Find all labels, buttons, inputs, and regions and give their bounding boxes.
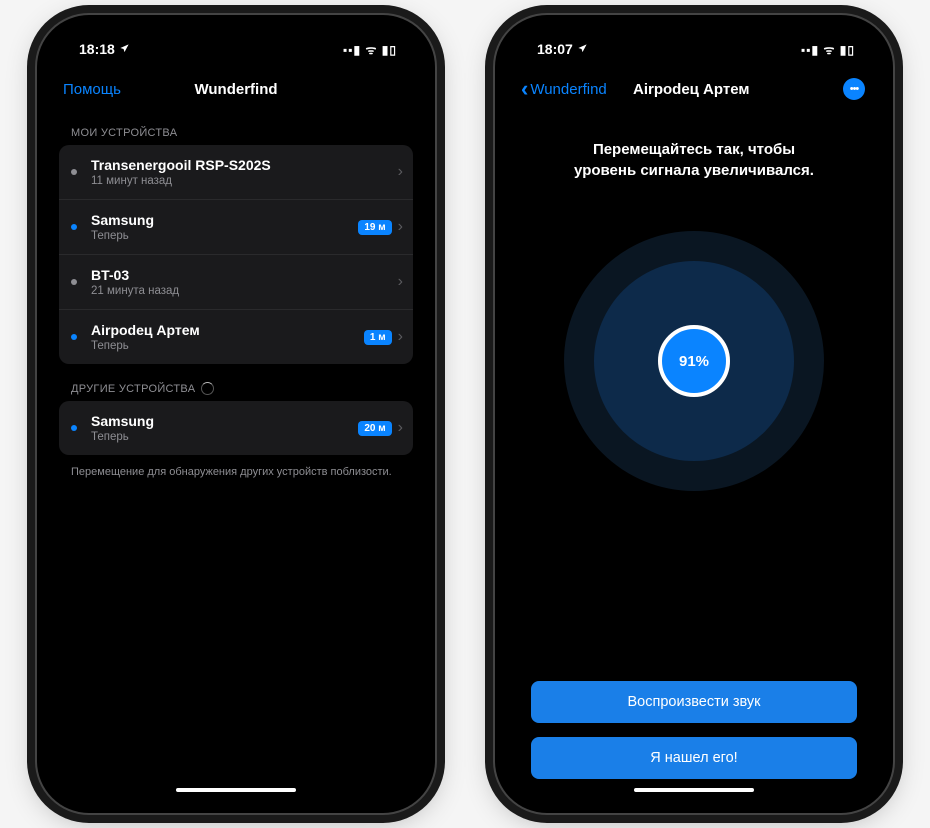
status-dot-icon — [71, 224, 77, 230]
distance-badge: 19 м — [358, 220, 391, 235]
chevron-right-icon: › — [398, 163, 403, 181]
radar-area: 91% — [509, 181, 879, 531]
chevron-right-icon: › — [398, 328, 403, 346]
other-devices-list: Samsung Теперь 20 м › — [59, 401, 413, 455]
instruction-text: Перемещайтесь так, чтобы уровень сигнала… — [509, 109, 879, 181]
nav-bar: ‹ Wunderfind Airpodец Артем ••• — [509, 69, 879, 109]
chevron-left-icon: ‹ — [521, 76, 528, 102]
back-button[interactable]: ‹ Wunderfind — [521, 76, 607, 102]
more-icon: ••• — [850, 83, 859, 95]
notch — [609, 29, 779, 55]
spinner-icon — [201, 382, 214, 395]
page-title: Wunderfind — [194, 81, 277, 98]
signal-radar: 91% — [564, 231, 824, 491]
status-dot-icon — [71, 425, 77, 431]
help-button[interactable]: Помощь — [63, 81, 121, 98]
home-indicator[interactable] — [176, 788, 296, 792]
section-other-label: ДРУГИЕ УСТРОЙСТВА — [71, 383, 195, 395]
chevron-right-icon: › — [398, 419, 403, 437]
device-row[interactable]: Airpodец Артем Теперь 1 м › — [59, 310, 413, 364]
device-subtitle: 21 минута назад — [91, 285, 398, 297]
device-subtitle: 11 минут назад — [91, 175, 398, 187]
chevron-right-icon: › — [398, 218, 403, 236]
status-dot-icon — [71, 279, 77, 285]
device-row[interactable]: BT-03 21 минута назад › — [59, 255, 413, 310]
back-label: Wunderfind — [530, 81, 606, 98]
section-my-devices: МОИ УСТРОЙСТВА — [59, 109, 413, 145]
device-name: Airpodец Артем — [91, 322, 364, 338]
nav-bar: Помощь Wunderfind — [51, 69, 421, 109]
signal-percent: 91% — [658, 325, 730, 397]
device-row[interactable]: Samsung Теперь 19 м › — [59, 200, 413, 255]
distance-badge: 20 м — [358, 421, 391, 436]
home-indicator[interactable] — [634, 788, 754, 792]
location-arrow-icon — [577, 41, 588, 57]
page-title: Airpodец Артем — [633, 81, 749, 98]
status-indicators: ▪▪▮ ᯤ ▮▯ — [343, 41, 397, 58]
content-area: МОИ УСТРОЙСТВА Transenergooil RSP-S202S … — [51, 109, 421, 799]
action-buttons: Воспроизвести звук Я нашел его! — [509, 681, 879, 799]
help-label: Помощь — [63, 81, 121, 98]
my-devices-list: Transenergooil RSP-S202S 11 минут назад … — [59, 145, 413, 364]
instruction-line2: уровень сигнала увеличивался. — [537, 160, 851, 181]
instruction-line1: Перемещайтесь так, чтобы — [537, 139, 851, 160]
found-it-button[interactable]: Я нашел его! — [531, 737, 857, 779]
device-row[interactable]: Transenergooil RSP-S202S 11 минут назад … — [59, 145, 413, 200]
status-time: 18:07 — [537, 41, 573, 57]
distance-badge: 1 м — [364, 330, 392, 345]
status-dot-icon — [71, 169, 77, 175]
screen-right: 18:07 ▪▪▮ ᯤ ▮▯ ‹ Wunderfind Airpodец Арт… — [509, 29, 879, 799]
phone-left: 18:18 ▪▪▮ ᯤ ▮▯ Помощь Wunderfind МОИ УСТ… — [37, 15, 435, 813]
more-button[interactable]: ••• — [843, 78, 865, 100]
status-time: 18:18 — [79, 41, 115, 57]
status-dot-icon — [71, 334, 77, 340]
device-name: Samsung — [91, 212, 358, 228]
section-other-devices: ДРУГИЕ УСТРОЙСТВА — [59, 364, 413, 401]
notch — [151, 29, 321, 55]
device-name: BT-03 — [91, 267, 398, 283]
screen-left: 18:18 ▪▪▮ ᯤ ▮▯ Помощь Wunderfind МОИ УСТ… — [51, 29, 421, 799]
phone-right: 18:07 ▪▪▮ ᯤ ▮▯ ‹ Wunderfind Airpodец Арт… — [495, 15, 893, 813]
location-arrow-icon — [119, 41, 130, 57]
footer-hint: Перемещение для обнаружения других устро… — [59, 455, 413, 490]
device-subtitle: Теперь — [91, 230, 358, 242]
status-indicators: ▪▪▮ ᯤ ▮▯ — [801, 41, 855, 58]
device-subtitle: Теперь — [91, 340, 364, 352]
chevron-right-icon: › — [398, 273, 403, 291]
device-subtitle: Теперь — [91, 431, 358, 443]
device-name: Samsung — [91, 413, 358, 429]
play-sound-button[interactable]: Воспроизвести звук — [531, 681, 857, 723]
device-name: Transenergooil RSP-S202S — [91, 157, 398, 173]
device-row[interactable]: Samsung Теперь 20 м › — [59, 401, 413, 455]
